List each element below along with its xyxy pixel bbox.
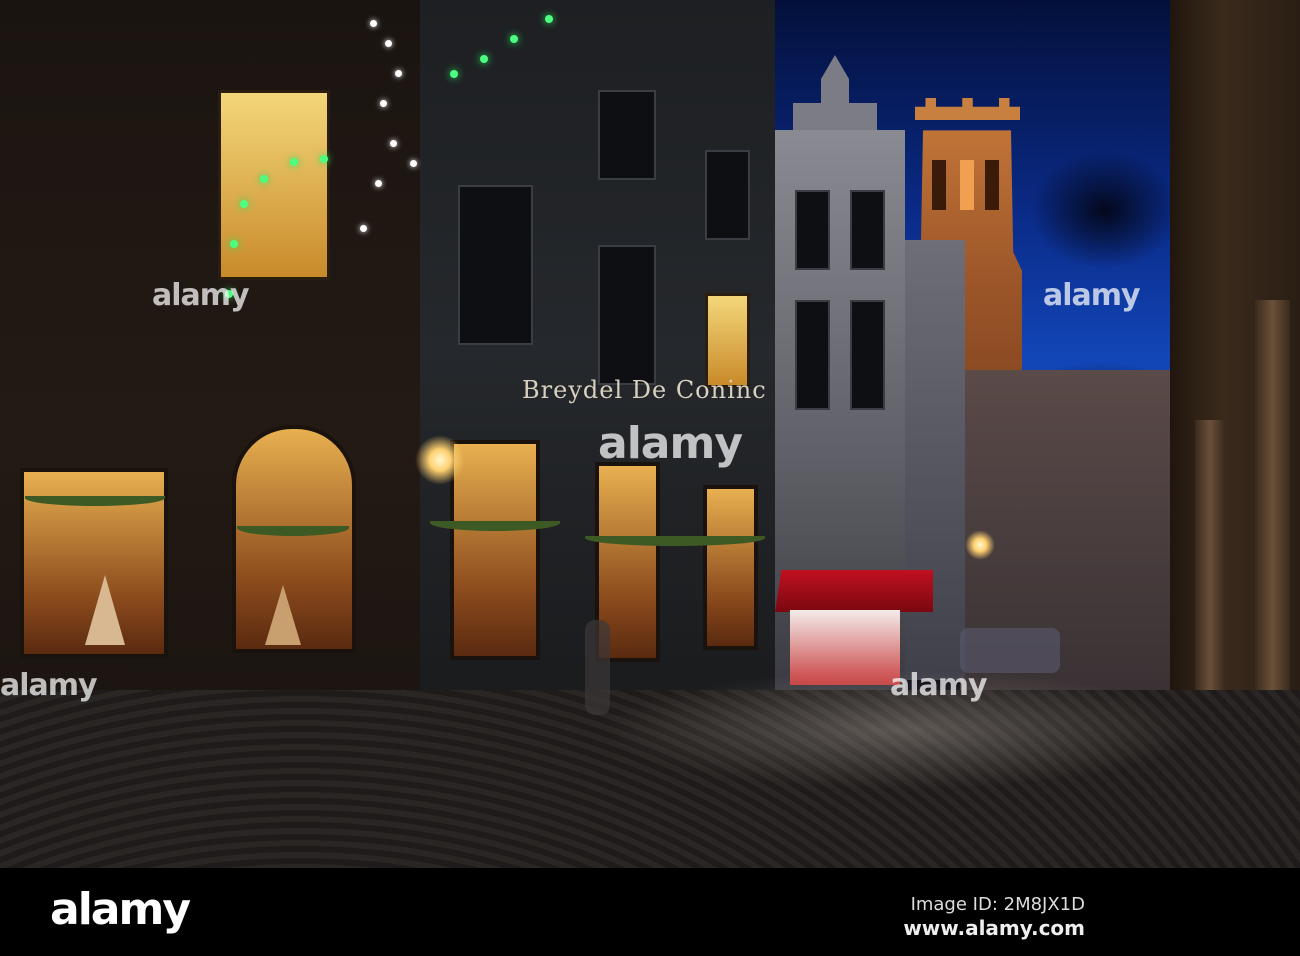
window <box>458 185 533 345</box>
christmas-light <box>230 240 238 248</box>
image-id: Image ID: 2M8JX1D <box>910 894 1085 915</box>
watermark: alamy <box>598 418 743 469</box>
garland <box>585 530 765 546</box>
belfry-crown <box>915 98 1020 120</box>
christmas-light <box>385 40 392 47</box>
red-awning <box>775 570 933 612</box>
watermark: alamy <box>152 278 250 313</box>
window <box>795 190 830 270</box>
lit-window <box>705 293 750 388</box>
christmas-light <box>380 100 387 107</box>
window <box>795 300 830 410</box>
street-lamp <box>415 435 465 485</box>
christmas-light <box>545 15 553 23</box>
christmas-light <box>370 20 377 27</box>
tower-window <box>960 160 974 210</box>
shop-window <box>703 485 758 650</box>
christmas-light <box>240 200 248 208</box>
window <box>850 300 885 410</box>
blurred-crowd <box>960 628 1060 673</box>
window <box>705 150 750 240</box>
christmas-light <box>395 70 402 77</box>
shop-window <box>450 440 540 660</box>
christmas-light <box>260 175 268 183</box>
garland <box>25 490 165 506</box>
blurred-pedestrian <box>585 620 610 715</box>
cloud <box>1030 150 1180 270</box>
window <box>598 245 656 385</box>
christmas-light <box>320 155 328 163</box>
narrow-building <box>900 240 965 680</box>
watermark: alamy <box>1043 278 1141 313</box>
lit-window <box>218 90 330 280</box>
christmas-light <box>360 225 367 232</box>
tower-window <box>932 160 946 210</box>
arched-shop-window <box>232 425 356 653</box>
shop-sign: Breydel De Coninc <box>522 376 767 404</box>
watermark: alamy <box>890 668 988 703</box>
christmas-light <box>480 55 488 63</box>
christmas-light <box>410 160 417 167</box>
watermark: alamy <box>0 668 98 703</box>
garland <box>430 515 560 531</box>
street-photo: Breydel De Coninc alamy alamy alamy alam… <box>0 0 1300 868</box>
christmas-light <box>290 158 298 166</box>
christmas-light <box>375 180 382 187</box>
christmas-light <box>450 70 458 78</box>
alamy-logo: alamy <box>50 884 191 935</box>
footer-bar <box>0 868 1300 956</box>
window <box>850 190 885 270</box>
christmas-light <box>510 35 518 43</box>
window <box>598 90 656 180</box>
garland <box>237 520 349 536</box>
site-url: www.alamy.com <box>903 916 1085 940</box>
street-lamp <box>965 530 995 560</box>
tower-window <box>985 160 999 210</box>
christmas-light <box>390 140 397 147</box>
